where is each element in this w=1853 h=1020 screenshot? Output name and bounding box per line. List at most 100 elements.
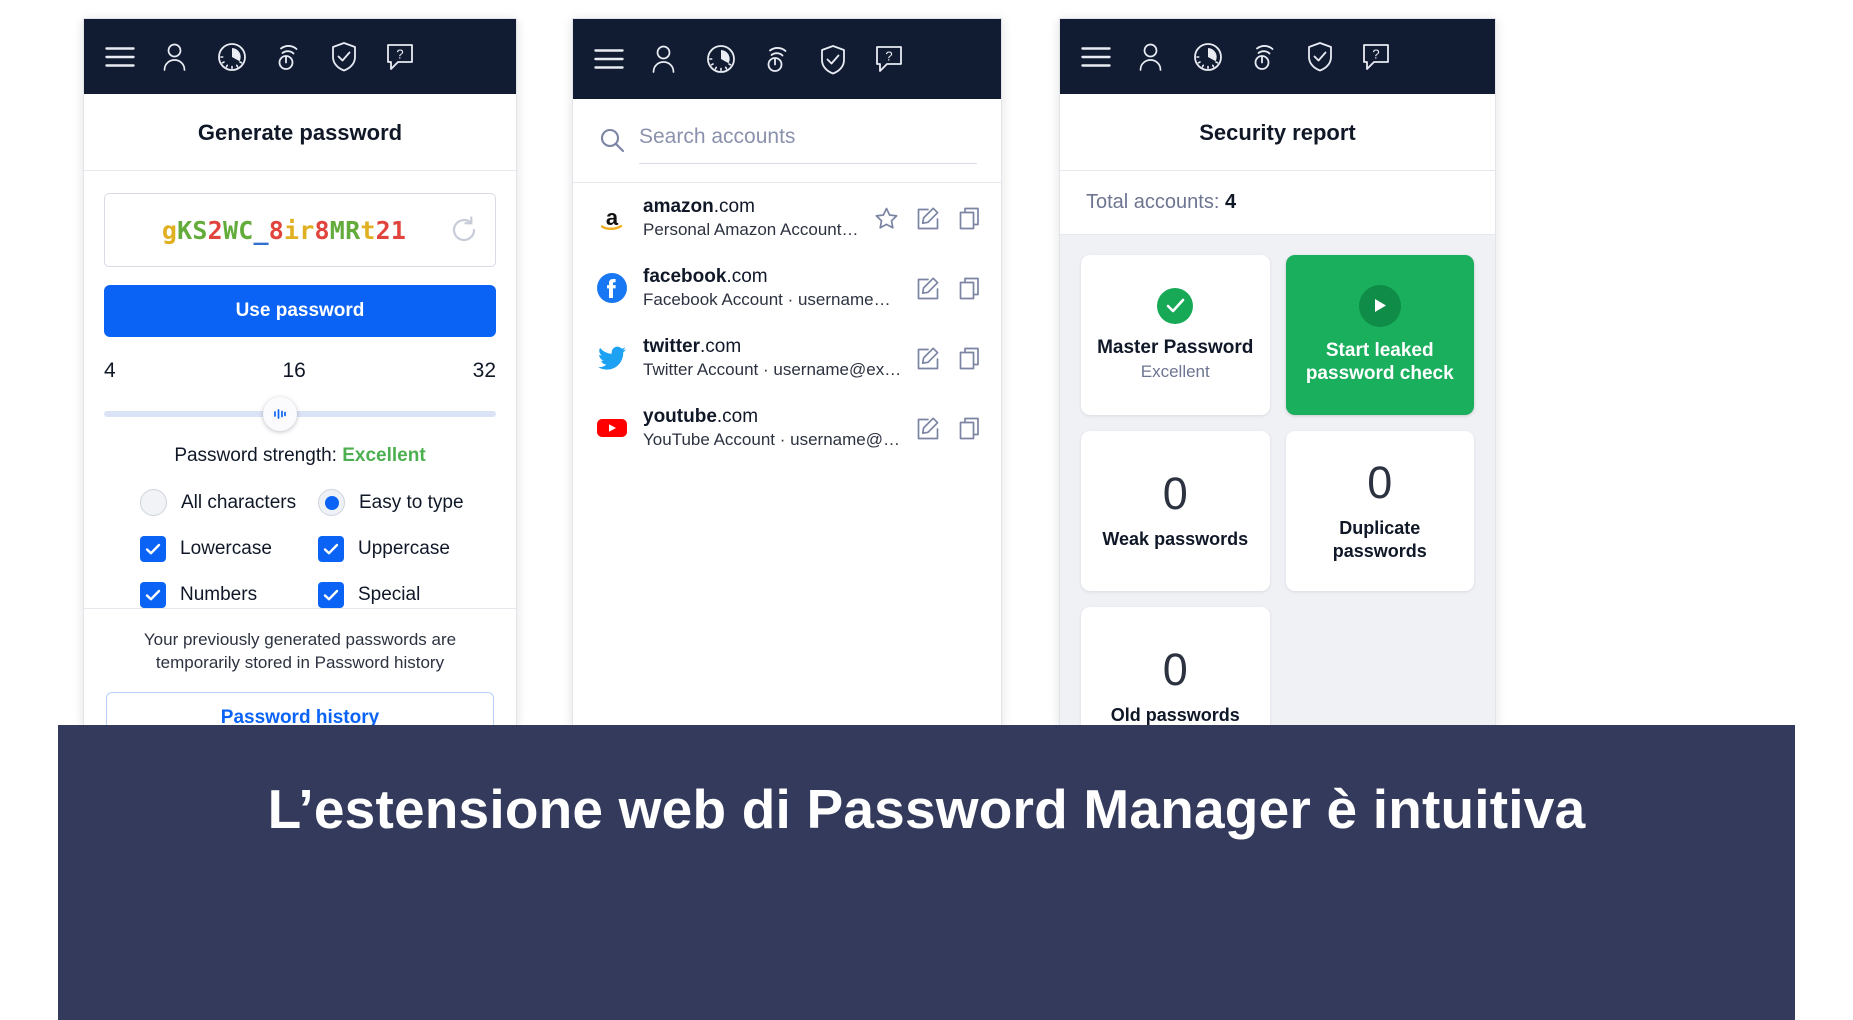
generated-password-text: gKS2WC_8ir8MRt21 [162,216,406,245]
account-name: facebook.com [643,266,902,288]
password-char: M [329,215,346,245]
password-char: _ [253,215,269,245]
account-actions [916,416,983,441]
account-row[interactable]: twitter.com Twitter Account · username@ex… [573,323,1001,393]
svg-text:?: ? [885,49,892,64]
star-icon[interactable] [874,206,899,231]
hamburger-menu-icon[interactable] [1076,37,1116,77]
checkbox-uppercase[interactable]: Uppercase [318,536,496,562]
dashboard-gauge-icon[interactable] [701,39,741,79]
account-tld: .com [726,266,768,287]
checkbox-numbers[interactable]: Numbers [140,582,318,608]
card-count: 0 [1162,644,1188,696]
account-actions [916,276,983,301]
page-title-generate: Generate password [84,94,516,171]
check-icon-numbers [140,582,166,608]
hamburger-menu-icon[interactable] [100,37,140,77]
duplicate-passwords-card: 0 Duplicate passwords [1285,431,1474,591]
password-char: 8 [314,215,330,245]
checkbox-special[interactable]: Special [318,582,496,608]
password-char: 2 [375,215,391,245]
strength-label: Password strength: [174,445,337,466]
search-icon [599,127,625,158]
account-subtitle: Facebook Account · username@exa… [643,290,902,309]
strength-value: Excellent [342,445,426,466]
old-passwords-card: 0 Old passwords [1081,607,1270,726]
check-icon-special [318,582,344,608]
shield-check-icon[interactable] [813,39,853,79]
slider-thumb[interactable] [263,397,298,431]
hamburger-menu-icon[interactable] [589,39,629,79]
password-history-button[interactable]: Password history [106,692,494,725]
password-char: S [192,215,208,245]
search-input[interactable] [639,121,977,164]
youtube-logo-icon [595,411,629,445]
copy-icon[interactable] [958,206,983,231]
account-actions [874,206,983,231]
refresh-icon[interactable] [449,215,479,245]
twitter-logo-icon [595,341,629,375]
account-name: twitter.com [643,336,902,358]
account-row[interactable]: youtube.com YouTube Account · username@ex… [573,393,1001,463]
search-row [573,99,1001,164]
toolbar-security: ? [1060,19,1495,94]
password-char: 1 [390,215,407,245]
edit-pencil-icon[interactable] [916,346,941,371]
user-account-icon[interactable] [1132,37,1172,77]
start-leaked-password-check-button[interactable]: Start leaked password check [1285,255,1474,415]
copy-icon[interactable] [958,346,983,371]
user-account-icon[interactable] [156,37,196,77]
total-accounts-label: Total accounts: [1086,191,1220,213]
edit-pencil-icon[interactable] [916,206,941,231]
account-tld: .com [713,196,755,217]
card-subtitle: Excellent [1140,362,1210,382]
card-label: Weak passwords [1102,529,1249,550]
checkbox-label-uppercase: Uppercase [358,538,450,559]
checkbox-label-numbers: Numbers [180,584,258,605]
radio-label-easy-to-type: Easy to type [359,491,464,513]
account-row[interactable]: a amazon.com Personal Amazon Account · us… [573,183,1001,253]
dashboard-gauge-icon[interactable] [1188,37,1228,77]
account-subtitle: Personal Amazon Account · us… [643,220,860,239]
use-password-button[interactable]: Use password [104,285,496,337]
wifi-security-icon[interactable] [268,37,308,77]
radio-all-characters[interactable]: All characters [140,489,318,516]
password-char: K [177,215,193,245]
shield-check-icon[interactable] [1300,37,1340,77]
password-history-section: Your previously generated passwords are … [84,608,516,725]
amazon-logo-icon: a [595,201,629,235]
svg-text:?: ? [1372,46,1379,61]
password-char: W [222,215,239,245]
card-title: Master Password [1097,336,1254,358]
radio-easy-to-type[interactable]: Easy to type [318,489,496,516]
play-circle-icon [1358,284,1401,327]
length-max-label: 32 [472,359,496,382]
weak-passwords-card: 0 Weak passwords [1081,431,1270,591]
checkbox-lowercase[interactable]: Lowercase [140,536,318,562]
password-history-note: Your previously generated passwords are … [143,630,457,672]
length-current-label: 16 [282,359,306,382]
generated-password-field[interactable]: gKS2WC_8ir8MRt21 [104,193,496,267]
user-account-icon[interactable] [645,39,685,79]
edit-pencil-icon[interactable] [916,276,941,301]
password-length-slider[interactable] [104,397,496,431]
card-label: Duplicate passwords [1332,518,1427,561]
help-question-icon[interactable]: ? [380,37,420,77]
edit-pencil-icon[interactable] [916,416,941,441]
password-char: i [284,215,300,245]
help-question-icon[interactable]: ? [869,39,909,79]
copy-icon[interactable] [958,276,983,301]
wifi-security-icon[interactable] [1244,37,1284,77]
page-title-security: Security report [1060,94,1495,171]
card-label: Old passwords [1110,705,1240,726]
shield-check-icon[interactable] [324,37,364,77]
length-min-label: 4 [104,359,116,382]
help-question-icon[interactable]: ? [1356,37,1396,77]
toolbar-accounts: ? [573,19,1001,99]
account-tld: .com [700,336,742,357]
account-row[interactable]: facebook.com Facebook Account · username@… [573,253,1001,323]
wifi-security-icon[interactable] [757,39,797,79]
copy-icon[interactable] [958,416,983,441]
radio-indicator-all-characters [140,489,167,516]
dashboard-gauge-icon[interactable] [212,37,252,77]
